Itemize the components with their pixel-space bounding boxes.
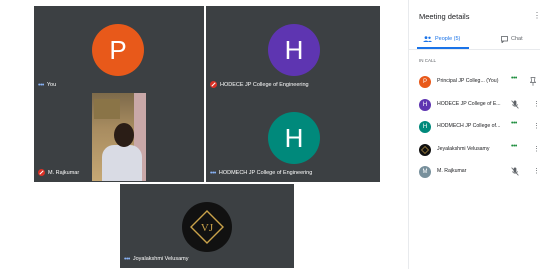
tile-hodece[interactable]: H HODECE JP College of Engineering bbox=[206, 6, 380, 94]
mic-off-icon bbox=[38, 169, 45, 176]
avatar: H bbox=[419, 99, 431, 111]
chat-icon bbox=[501, 35, 508, 43]
video-background bbox=[94, 99, 120, 119]
more-vert-icon[interactable]: ⋮ bbox=[533, 12, 540, 20]
video-grid: P ••• You H HODECE JP College of Enginee… bbox=[0, 0, 408, 269]
tab-people-label: People (5) bbox=[435, 36, 461, 42]
avatar-you: P bbox=[92, 24, 144, 76]
avatar-initial: H bbox=[422, 124, 428, 130]
audio-indicator-icon: ••• bbox=[38, 81, 44, 89]
participant-row[interactable]: Jeyalakshmi Velusamy ••• ⋮ bbox=[409, 141, 540, 159]
tab-chat-label: Chat bbox=[511, 36, 523, 42]
avatar bbox=[419, 144, 431, 156]
section-label-in-call: IN CALL bbox=[419, 58, 437, 63]
mic-off-icon bbox=[210, 81, 217, 88]
tab-people[interactable]: People (5) bbox=[423, 30, 460, 48]
avatar-hodece: H bbox=[268, 24, 320, 76]
more-vert-icon[interactable]: ⋮ bbox=[533, 168, 540, 175]
avatar: H bbox=[419, 121, 431, 133]
participant-name: Joyalakshmi Velusamy bbox=[132, 256, 189, 262]
participant-row[interactable]: P Principal JP Colleg... (You) ••• bbox=[409, 73, 540, 91]
participant-name: HODMECH JP College of... bbox=[437, 123, 501, 129]
tile-label-hodece: HODECE JP College of Engineering bbox=[210, 81, 309, 88]
person-head bbox=[114, 123, 134, 147]
tile-label-jeyalakshmi: ••• Joyalakshmi Velusamy bbox=[124, 255, 189, 263]
avatar: P bbox=[419, 76, 431, 88]
people-icon bbox=[423, 36, 432, 42]
more-vert-icon[interactable]: ⋮ bbox=[533, 123, 540, 130]
mic-off-icon bbox=[511, 167, 519, 176]
svg-text:VJ: VJ bbox=[201, 222, 214, 234]
participant-row[interactable]: H HODECE JP College of E... ⋮ bbox=[409, 96, 540, 114]
divider bbox=[409, 49, 540, 50]
audio-indicator-icon: ••• bbox=[210, 169, 216, 177]
tile-hodmech[interactable]: H ••• HODMECH JP College of Engineering bbox=[206, 94, 380, 182]
vj-logo-icon: VJ bbox=[190, 210, 224, 244]
participant-name: HODECE JP College of E... bbox=[437, 101, 501, 107]
vj-logo-icon bbox=[421, 146, 429, 154]
tile-label-rajkumar: M. Rajkumar bbox=[38, 169, 79, 176]
panel-tabs: People (5) Chat bbox=[409, 30, 540, 50]
avatar-initial: H bbox=[284, 34, 304, 65]
avatar-initial: H bbox=[422, 102, 428, 108]
audio-indicator-icon: ••• bbox=[124, 255, 130, 263]
avatar-initial: H bbox=[284, 122, 304, 153]
tile-label-you: ••• You bbox=[38, 81, 57, 89]
avatar-jeyalakshmi: VJ bbox=[182, 202, 232, 252]
avatar-initial: M bbox=[422, 169, 428, 175]
person-silhouette bbox=[102, 145, 142, 181]
participant-name: M. Rajkumar bbox=[48, 169, 80, 176]
participant-name: M. Rajkumar bbox=[437, 168, 467, 174]
panel-title: Meeting details bbox=[419, 12, 470, 21]
pin-icon[interactable] bbox=[530, 77, 536, 86]
avatar-initial: P bbox=[422, 79, 427, 85]
participant-name: HODECE JP College of Engineering bbox=[220, 81, 309, 88]
tile-jeyalakshmi[interactable]: VJ ••• Joyalakshmi Velusamy bbox=[120, 184, 294, 268]
participant-name: Jeyalakshmi Velusamy bbox=[437, 146, 490, 152]
audio-indicator-icon: ••• bbox=[511, 143, 517, 150]
more-vert-icon[interactable]: ⋮ bbox=[533, 146, 540, 153]
mic-off-icon bbox=[511, 100, 519, 109]
avatar-initial: P bbox=[109, 34, 127, 65]
participant-row[interactable]: M M. Rajkumar ⋮ bbox=[409, 163, 540, 181]
participant-video-rajkumar bbox=[92, 93, 146, 181]
avatar: M bbox=[419, 166, 431, 178]
audio-indicator-icon: ••• bbox=[511, 75, 517, 82]
participant-row[interactable]: H HODMECH JP College of... ••• ⋮ bbox=[409, 118, 540, 136]
tile-label-hodmech: ••• HODMECH JP College of Engineering bbox=[210, 169, 313, 177]
meeting-details-panel: Meeting details ⋮ People (5) Chat IN CAL… bbox=[408, 0, 540, 269]
avatar-hodmech: H bbox=[268, 112, 320, 164]
tile-you[interactable]: P ••• You bbox=[34, 6, 204, 94]
participant-name: You bbox=[46, 82, 57, 88]
participant-name: HODMECH JP College of Engineering bbox=[218, 170, 313, 176]
participant-name: Principal JP Colleg... (You) bbox=[437, 78, 499, 84]
tab-chat[interactable]: Chat bbox=[501, 30, 523, 48]
more-vert-icon[interactable]: ⋮ bbox=[533, 101, 540, 108]
audio-indicator-icon: ••• bbox=[511, 120, 517, 127]
